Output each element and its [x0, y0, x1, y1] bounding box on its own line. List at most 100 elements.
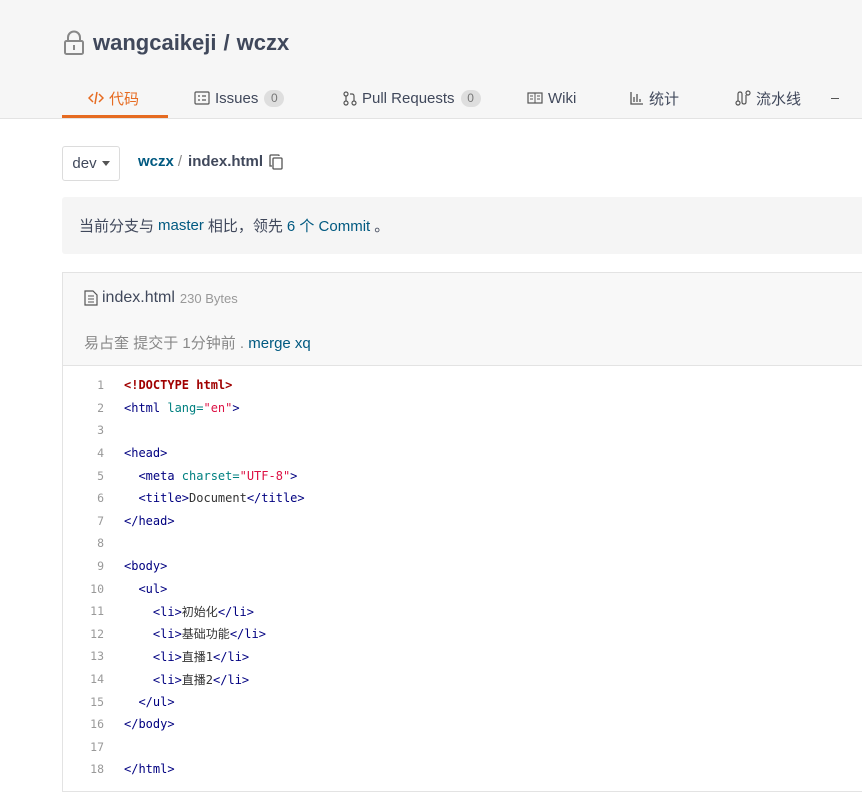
tab-statistics[interactable]: 统计	[606, 78, 711, 118]
code-line: 14 <li>直播2</li>	[63, 668, 862, 691]
breadcrumb-root-link[interactable]: wczx	[138, 153, 174, 170]
pipeline-icon	[735, 90, 751, 106]
commit-message-link[interactable]: merge xq	[248, 335, 311, 352]
line-number[interactable]: 13	[63, 649, 124, 663]
more-icon	[831, 97, 839, 99]
code-line: 13 <li>直播1</li>	[63, 645, 862, 668]
line-number[interactable]: 9	[63, 559, 124, 573]
code-line: 2 <html lang="en">	[63, 397, 862, 420]
line-number[interactable]: 11	[63, 604, 124, 618]
code-tag: >	[232, 400, 240, 415]
commit-time: 1分钟前	[182, 335, 236, 352]
breadcrumb-separator: /	[177, 153, 183, 170]
line-number[interactable]: 10	[63, 582, 124, 596]
line-number[interactable]: 12	[63, 627, 124, 641]
file-title: index.html 230 Bytes	[84, 289, 238, 307]
tab-code-label: 代码	[109, 90, 140, 108]
commit-author[interactable]: 易占奎	[84, 335, 129, 352]
tab-wiki[interactable]: Wiki	[501, 78, 606, 118]
pull-request-icon	[343, 90, 357, 106]
line-number[interactable]: 18	[63, 762, 124, 776]
code-tag: <li>	[124, 627, 182, 642]
branch-selector[interactable]: dev	[62, 146, 120, 181]
tab-pull-requests[interactable]: Pull Requests 0	[311, 78, 501, 118]
repo-title: wangcaikeji / wczx	[63, 28, 289, 58]
commit-separator: .	[239, 335, 245, 352]
code-tag: </li>	[217, 604, 254, 619]
code-view: 1 <!DOCTYPE html> 2 <html lang="en"> 3 4 <h…	[63, 374, 862, 781]
code-line: 4 <head>	[63, 442, 862, 465]
line-number[interactable]: 6	[63, 491, 124, 505]
line-number[interactable]: 8	[63, 536, 124, 550]
line-number[interactable]: 14	[63, 672, 124, 686]
line-number[interactable]: 3	[63, 423, 124, 437]
branch-current: dev	[72, 155, 97, 172]
breadcrumb-file: index.html	[188, 153, 264, 170]
code-attr: lang=	[167, 400, 204, 415]
compare-middle: 相比，领先	[207, 218, 283, 235]
compare-suffix: 。	[374, 218, 390, 235]
code-tag: <li>	[124, 672, 182, 687]
pull-requests-count-badge: 0	[460, 89, 481, 107]
code-text: <!DOCTYPE html>	[124, 378, 233, 393]
tab-pipeline-label: 流水线	[756, 90, 802, 108]
line-number[interactable]: 16	[63, 717, 124, 731]
line-number[interactable]: 1	[63, 378, 124, 392]
code-text: 直播2	[181, 672, 214, 687]
tab-more[interactable]	[821, 78, 841, 118]
file-icon	[84, 290, 98, 306]
code-text: </ul>	[124, 694, 175, 709]
branch-compare-banner: 当前分支与 master 相比，领先 6 个 Commit 。	[62, 197, 862, 254]
file-viewer: index.html 230 Bytes 易占奎 提交于 1分钟前 . merg…	[62, 272, 862, 792]
commit-action: 提交于	[133, 335, 179, 352]
repo-separator: /	[223, 30, 230, 55]
code-tag: <html	[124, 400, 168, 415]
breadcrumb: wczx / index.html	[138, 153, 283, 170]
repo-tabs: 代码 Issues 0 Pull Requests 0 Wiki 统计 流水线	[62, 78, 841, 118]
line-number[interactable]: 5	[63, 469, 124, 483]
code-icon	[88, 91, 104, 105]
compare-base-branch-link[interactable]: master	[158, 217, 204, 234]
code-line: 8	[63, 532, 862, 555]
code-tag: <li>	[124, 604, 182, 619]
tab-issues[interactable]: Issues 0	[168, 78, 311, 118]
code-line: 3	[63, 419, 862, 442]
code-attr: charset=	[181, 468, 240, 483]
repo-owner-link[interactable]: wangcaikeji	[93, 30, 217, 56]
file-header: index.html 230 Bytes 易占奎 提交于 1分钟前 . merg…	[63, 273, 862, 366]
code-tag: <meta	[124, 468, 182, 483]
bar-chart-icon	[630, 92, 643, 105]
code-text: 直播1	[181, 649, 214, 664]
repo-name-link[interactable]: wczx	[237, 30, 290, 56]
code-line: 15 </ul>	[63, 690, 862, 713]
line-number[interactable]: 17	[63, 740, 124, 754]
line-number[interactable]: 4	[63, 446, 124, 460]
code-text: </head>	[124, 513, 175, 528]
file-name: index.html	[102, 289, 175, 306]
line-number[interactable]: 2	[63, 401, 124, 415]
wiki-icon	[527, 92, 543, 104]
code-line: 6 <title>Document</title>	[63, 487, 862, 510]
code-line: 18 </html>	[63, 758, 862, 781]
last-commit-info: 易占奎 提交于 1分钟前 . merge xq	[84, 332, 311, 353]
code-text: <body>	[124, 559, 168, 574]
line-number[interactable]: 7	[63, 514, 124, 528]
code-tag: </li>	[213, 672, 250, 687]
tab-code[interactable]: 代码	[62, 78, 168, 118]
code-text: <ul>	[124, 581, 168, 596]
code-tag: >	[290, 468, 298, 483]
issues-count-badge: 0	[264, 89, 285, 107]
compare-ahead-commits-link[interactable]: 6 个 Commit	[287, 215, 370, 236]
code-value: "en"	[203, 400, 233, 415]
lock-icon	[63, 30, 87, 56]
code-tag: </title>	[246, 491, 305, 506]
tab-pipeline[interactable]: 流水线	[711, 78, 821, 118]
line-number[interactable]: 15	[63, 695, 124, 709]
copy-icon[interactable]	[269, 153, 283, 170]
code-text: <head>	[124, 446, 168, 461]
tab-pull-requests-label: Pull Requests	[362, 89, 455, 107]
code-line: 10 <ul>	[63, 577, 862, 600]
tab-issues-label: Issues	[215, 89, 259, 107]
code-text: </html>	[124, 762, 175, 777]
code-text: </body>	[124, 717, 175, 732]
